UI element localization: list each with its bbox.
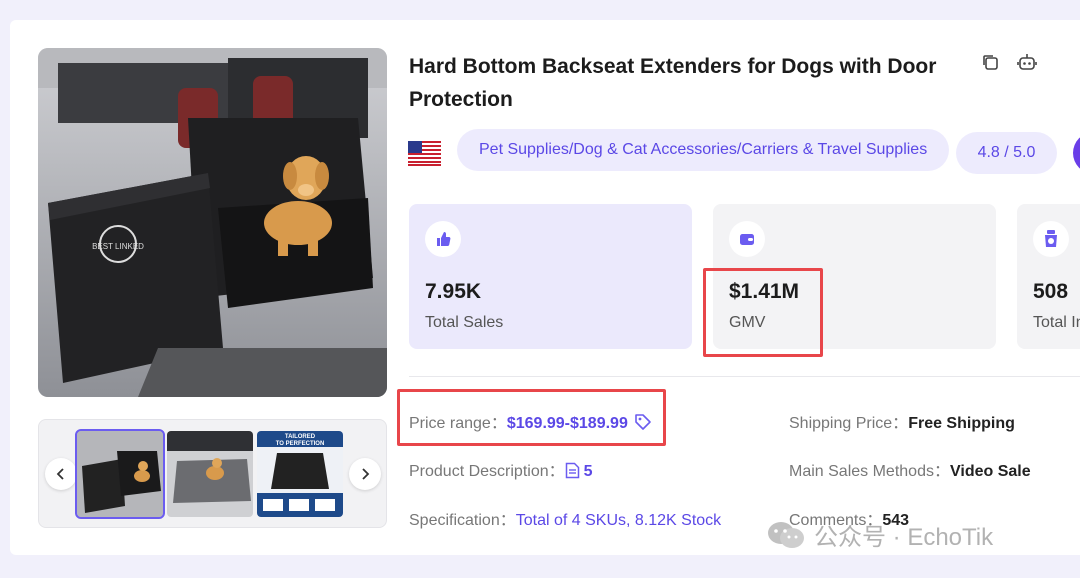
main-product-image[interactable]: BEST LINKED: [38, 48, 387, 397]
product-title: Hard Bottom Backseat Extenders for Dogs …: [409, 55, 937, 111]
product-card: BEST LINKED TAILORED TO PERFECTION Hard …: [10, 20, 1080, 555]
rating-badge: 4.8 / 5.0: [956, 132, 1057, 174]
sales-method-value: Video Sale: [949, 463, 1031, 480]
stat-card-gmv: $1.41M GMV: [713, 204, 996, 349]
description-value[interactable]: 5: [584, 463, 593, 480]
thumbnail-2[interactable]: [167, 431, 253, 517]
watermark-text: 公众号 · EchoTik: [814, 524, 994, 551]
price-range-value: $169.99-$189.99: [506, 415, 628, 432]
total-inventory-label: Total In: [1033, 314, 1080, 331]
main-image-logo-text: BEST LINKED: [92, 242, 144, 251]
thumbs-up-icon: [425, 221, 461, 257]
stat-card-total-inventory: 508 Total In: [1017, 204, 1080, 349]
specification-row: Specification：Total of 4 SKUs, 8.12K Sto…: [409, 512, 722, 529]
wechat-icon: [768, 521, 804, 548]
price-range-row: Price range：$169.99-$189.99: [409, 409, 652, 433]
total-inventory-value: 508: [1033, 280, 1069, 303]
us-flag-icon: [408, 141, 441, 166]
shipping-row: Shipping Price：Free Shipping: [789, 415, 1015, 432]
chevron-right-icon: [362, 468, 370, 480]
thumbnail-strip: TAILORED TO PERFECTION: [38, 419, 387, 528]
specification-label: Specification: [409, 512, 500, 529]
shipping-value: Free Shipping: [908, 415, 1015, 432]
description-row: Product Description： 5: [409, 462, 593, 480]
divider: [409, 376, 1080, 377]
gmv-value: $1.41M: [729, 280, 800, 303]
thumbnail-caption-2: TO PERFECTION: [276, 441, 325, 447]
watermark: 公众号 · EchoTik: [766, 517, 993, 552]
total-sales-label: Total Sales: [425, 314, 504, 331]
thumbnail-3[interactable]: TAILORED TO PERFECTION: [257, 431, 343, 517]
copy-icon[interactable]: [981, 53, 999, 71]
chevron-left-icon: [56, 468, 64, 480]
next-image-button[interactable]: [349, 458, 381, 490]
action-button[interactable]: [1073, 132, 1080, 174]
stat-card-total-sales: 7.95K Total Sales: [409, 204, 692, 349]
wallet-icon: [729, 221, 765, 257]
box-icon: [1033, 221, 1069, 257]
specification-value[interactable]: Total of 4 SKUs, 8.12K Stock: [516, 512, 721, 529]
description-label: Product Description: [409, 463, 549, 480]
category-tag[interactable]: Pet Supplies/Dog & Cat Accessories/Carri…: [457, 129, 950, 171]
thumbnail-1[interactable]: [75, 429, 165, 519]
robot-icon[interactable]: [1017, 53, 1037, 71]
total-sales-value: 7.95K: [425, 280, 482, 303]
shipping-label: Shipping Price: [789, 415, 893, 432]
document-icon[interactable]: [565, 462, 580, 479]
thumbnail-caption-1: TAILORED: [285, 434, 316, 440]
sales-method-row: Main Sales Methods：Video Sale: [789, 463, 1031, 480]
price-range-label: Price range: [409, 415, 491, 432]
price-tag-icon[interactable]: [634, 413, 652, 431]
gmv-label: GMV: [729, 314, 766, 331]
prev-image-button[interactable]: [45, 458, 77, 490]
sales-method-label: Main Sales Methods: [789, 463, 934, 480]
